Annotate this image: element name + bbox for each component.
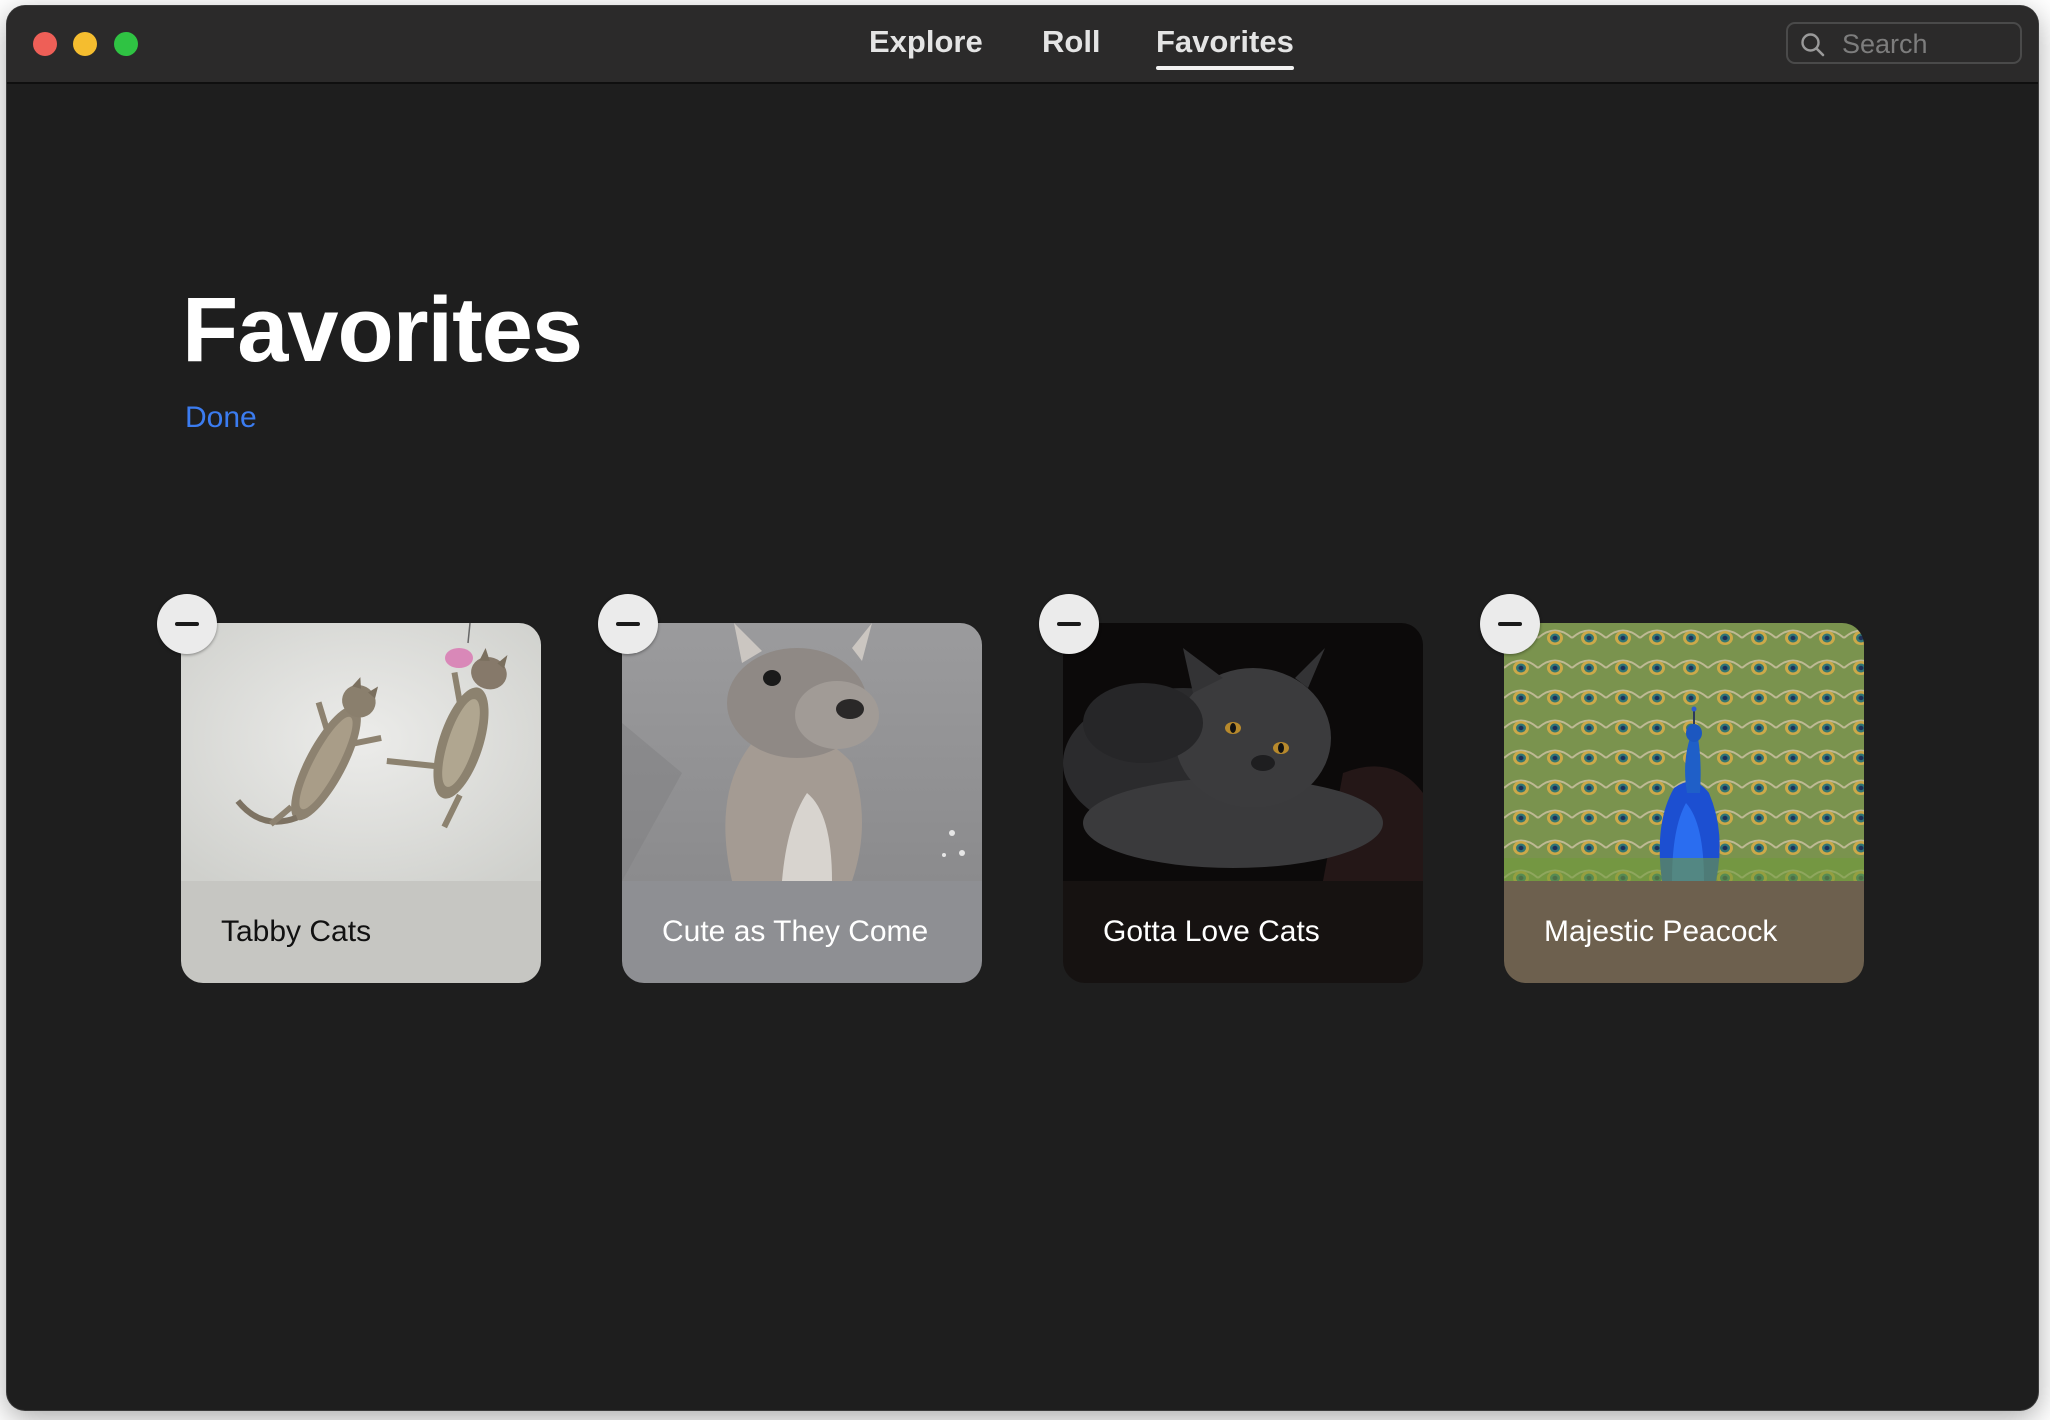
tab-explore[interactable]: Explore	[869, 24, 983, 60]
search-field[interactable]	[1786, 22, 2022, 64]
favorite-card-cute-as-they-come[interactable]: Cute as They Come	[622, 623, 982, 983]
two-tabby-cats-image	[181, 623, 541, 881]
card-title: Tabby Cats	[221, 915, 372, 948]
titlebar: Explore Roll Favorites	[7, 6, 2038, 84]
card-title: Majestic Peacock	[1544, 915, 1778, 948]
app-window: Explore Roll Favorites Favorites Done	[7, 6, 2038, 1410]
card-label-area: Tabby Cats	[181, 881, 541, 983]
minus-icon	[616, 622, 640, 626]
minus-icon	[1057, 622, 1081, 626]
favorite-card-tabby-cats[interactable]: Tabby Cats	[181, 623, 541, 983]
card-title: Cute as They Come	[662, 915, 929, 948]
card-label-area: Cute as They Come	[622, 881, 982, 983]
minus-icon	[1498, 622, 1522, 626]
page-title: Favorites	[182, 279, 583, 381]
favorite-card-gotta-love-cats[interactable]: Gotta Love Cats	[1063, 623, 1423, 983]
peacock-image	[1504, 623, 1864, 881]
remove-favorite-button[interactable]	[157, 594, 217, 654]
remove-favorite-button[interactable]	[1480, 594, 1540, 654]
tab-bar: Explore Roll Favorites	[7, 6, 2038, 82]
search-icon	[1801, 33, 1825, 57]
card-label-area: Majestic Peacock	[1504, 881, 1864, 983]
remove-favorite-button[interactable]	[1039, 594, 1099, 654]
black-persian-cat-image	[1063, 623, 1423, 881]
remove-favorite-button[interactable]	[598, 594, 658, 654]
tab-favorites[interactable]: Favorites	[1156, 24, 1294, 70]
minus-icon	[175, 622, 199, 626]
search-input[interactable]	[1840, 28, 2014, 60]
favorite-card-majestic-peacock[interactable]: Majestic Peacock	[1504, 623, 1864, 983]
tab-roll[interactable]: Roll	[1042, 24, 1101, 60]
card-label-area: Gotta Love Cats	[1063, 881, 1423, 983]
kangaroo-image	[622, 623, 982, 881]
done-button[interactable]: Done	[185, 401, 257, 435]
card-title: Gotta Love Cats	[1103, 915, 1320, 948]
